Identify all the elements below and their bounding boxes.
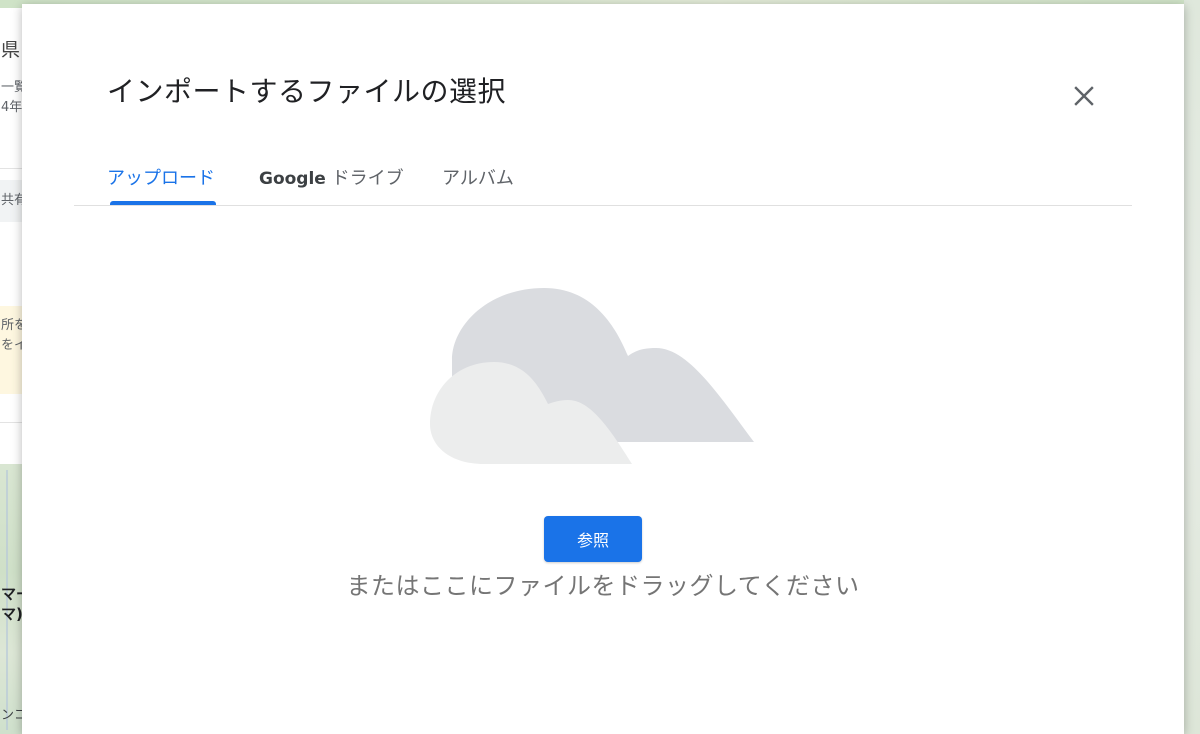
dialog-title: インポートするファイルの選択 xyxy=(107,75,507,108)
tab-album[interactable]: アルバム xyxy=(442,152,514,205)
background-divider xyxy=(0,422,22,423)
browse-button[interactable]: 参照 xyxy=(544,516,642,562)
close-icon xyxy=(1074,86,1094,106)
import-file-dialog: インポートするファイルの選択 アップロード Google ドライブ アルバム 参… xyxy=(22,4,1184,734)
background-notice: 所を をイ xyxy=(0,306,27,394)
active-tab-indicator xyxy=(110,201,216,205)
background-side-panel: 県 一覧 4年 共有 所を をイ xyxy=(0,8,27,464)
tab-album-label: アルバム xyxy=(442,167,514,189)
tab-upload[interactable]: アップロード xyxy=(107,152,215,205)
background-text-fragment: 4年 xyxy=(1,100,23,115)
tab-bar: アップロード Google ドライブ アルバム xyxy=(74,152,1132,206)
tab-google-drive[interactable]: Google ドライブ xyxy=(259,152,404,205)
upload-drop-zone[interactable]: 参照 またはここにファイルをドラッグしてください xyxy=(22,206,1184,734)
cloud-icon xyxy=(428,286,762,472)
background-divider xyxy=(0,168,22,169)
background-text-fragment: 県 xyxy=(1,39,21,61)
background-shared-row: 共有 xyxy=(0,180,27,222)
drag-hint-text: またはここにファイルをドラッグしてください xyxy=(346,572,860,600)
close-button[interactable] xyxy=(1064,76,1104,116)
tab-google-drive-suffix: ドライブ xyxy=(325,167,404,189)
tab-upload-label: アップロード xyxy=(107,167,215,189)
map-area-right xyxy=(1184,0,1200,734)
tab-google-drive-label: Google ドライブ xyxy=(259,159,404,199)
tab-google-drive-brand: Google xyxy=(259,168,326,189)
map-label-fragment: マ) xyxy=(1,605,23,623)
